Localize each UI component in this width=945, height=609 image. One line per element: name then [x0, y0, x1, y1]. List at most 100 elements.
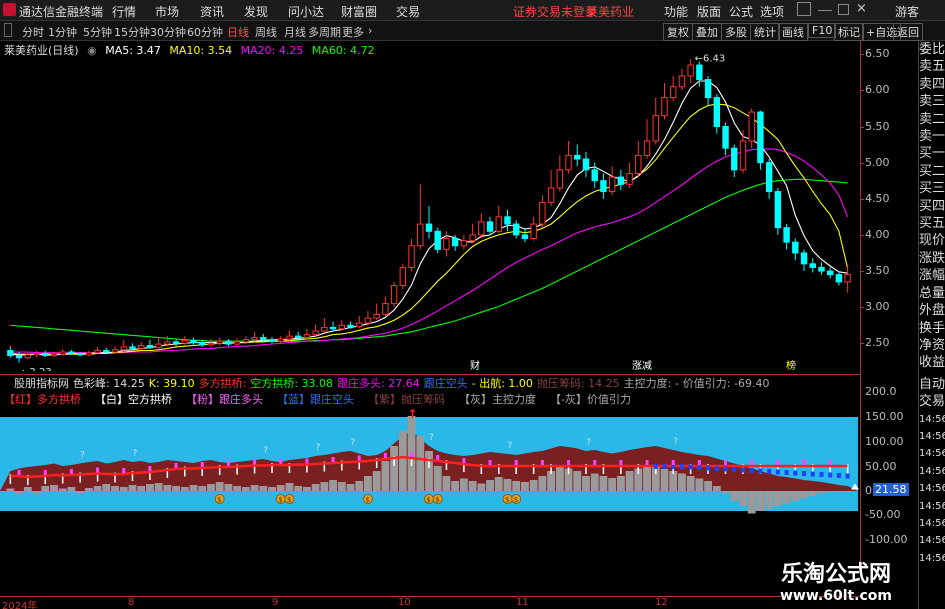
candle[interactable] — [207, 338, 215, 347]
toolbar-button-3[interactable]: 统计 — [750, 23, 780, 41]
event-marker[interactable]: 涨减 — [632, 360, 652, 371]
toolbar-button-1[interactable]: 叠加 — [692, 23, 722, 41]
menu-item-wealth[interactable]: 财富圈 — [341, 3, 377, 20]
timeframe-8[interactable]: 月线 — [284, 24, 306, 40]
candle[interactable] — [33, 350, 40, 358]
candle[interactable] — [818, 262, 825, 275]
candle[interactable] — [382, 296, 389, 316]
candle[interactable] — [547, 169, 555, 206]
side-panel-item[interactable]: 换手 — [919, 320, 945, 337]
candle[interactable] — [739, 130, 747, 174]
candle[interactable] — [713, 93, 721, 134]
side-panel-item[interactable]: 委比 — [919, 41, 945, 58]
timeframe-10[interactable]: 更多 — [342, 24, 364, 40]
candle[interactable] — [478, 213, 485, 239]
candle[interactable] — [364, 310, 372, 326]
candle[interactable] — [687, 59, 694, 84]
side-panel-item[interactable]: 净资 — [919, 337, 945, 354]
login-notice[interactable]: 证券交易未登录 — [513, 3, 597, 20]
candle[interactable] — [530, 216, 537, 241]
side-panel-item[interactable]: 总量 — [919, 285, 945, 302]
toolbar-button-6[interactable]: 标记 — [834, 23, 864, 41]
candle[interactable] — [513, 220, 520, 239]
candle[interactable] — [312, 324, 319, 337]
menu-item-markets[interactable]: 市场 — [155, 3, 179, 20]
candle[interactable] — [181, 336, 188, 345]
side-panel-item[interactable]: 14:56 — [919, 480, 945, 497]
candle[interactable] — [731, 144, 738, 178]
candle[interactable] — [565, 140, 572, 174]
circle-icon[interactable]: ◉ — [87, 44, 97, 57]
candle[interactable] — [635, 140, 642, 178]
candle[interactable] — [172, 338, 180, 347]
candle[interactable] — [155, 337, 162, 350]
candle[interactable] — [434, 227, 441, 253]
candle[interactable] — [521, 227, 529, 243]
candle[interactable] — [338, 320, 345, 331]
maximize-icon[interactable] — [838, 4, 849, 15]
candle[interactable] — [626, 162, 633, 188]
side-panel-item[interactable]: 14:56 — [919, 532, 945, 549]
candle[interactable] — [495, 206, 502, 234]
side-panel-item[interactable]: 买三 — [919, 180, 945, 197]
side-panel-item[interactable]: 自动 — [919, 376, 945, 393]
candle[interactable] — [303, 328, 311, 339]
candle[interactable] — [111, 346, 119, 354]
side-panel-item[interactable]: 14:56 — [919, 550, 945, 567]
candle[interactable] — [120, 339, 127, 352]
candle[interactable] — [608, 166, 616, 196]
candle[interactable] — [539, 195, 546, 228]
toolbar-button-0[interactable]: 复权 — [663, 23, 693, 41]
candle[interactable] — [425, 206, 433, 239]
candle[interactable] — [59, 349, 66, 356]
candle[interactable] — [268, 336, 276, 344]
candle[interactable] — [643, 119, 651, 160]
candle[interactable] — [251, 331, 258, 342]
menu-item-discover[interactable]: 发现 — [244, 3, 268, 20]
candle[interactable] — [600, 173, 607, 199]
candle[interactable] — [591, 162, 598, 188]
candle[interactable] — [826, 267, 834, 279]
candle[interactable] — [225, 338, 232, 347]
side-panel-item[interactable]: 买二 — [919, 163, 945, 180]
candle[interactable] — [146, 339, 154, 350]
candle[interactable] — [774, 187, 782, 235]
candle[interactable] — [722, 122, 729, 156]
candle[interactable] — [408, 238, 415, 272]
timeframe-4[interactable]: 30分钟 — [150, 24, 186, 40]
toolbar-button-5[interactable]: F10 — [808, 23, 837, 38]
side-panel-item[interactable]: 现价 — [919, 232, 945, 249]
window-mode-icon[interactable] — [797, 2, 811, 16]
candle[interactable] — [574, 144, 581, 167]
menu-item-market[interactable]: 行情 — [112, 3, 136, 20]
candle[interactable] — [670, 75, 677, 102]
side-panel-item[interactable]: 买一 — [919, 145, 945, 162]
candle[interactable] — [469, 224, 476, 244]
side-panel-item[interactable]: 卖四 — [919, 76, 945, 93]
side-panel-item[interactable]: 卖二 — [919, 111, 945, 128]
candle[interactable] — [809, 258, 816, 273]
menu-item-options[interactable]: 选项 — [760, 3, 784, 20]
candle[interactable] — [42, 350, 49, 358]
candle[interactable] — [190, 337, 197, 345]
toolbar-button-4[interactable]: 画线 — [778, 23, 808, 41]
menu-item-layout[interactable]: 版面 — [697, 3, 721, 20]
user-guest[interactable]: 游客 — [895, 3, 919, 20]
menu-item-news[interactable]: 资讯 — [200, 3, 224, 20]
candle[interactable] — [216, 337, 223, 346]
candle[interactable] — [277, 336, 284, 344]
candle[interactable] — [137, 341, 145, 350]
toolbar-button-2[interactable]: 多股 — [721, 23, 751, 41]
candle[interactable] — [678, 68, 686, 91]
candle[interactable] — [94, 346, 101, 355]
side-panel-item[interactable]: 买五 — [919, 215, 945, 232]
timeframe-9[interactable]: 多周期 — [308, 24, 341, 40]
candle[interactable] — [417, 184, 424, 250]
side-panel-item[interactable]: 14:56 — [919, 515, 945, 532]
timeframe-1[interactable]: 1分钟 — [48, 24, 77, 40]
candle[interactable] — [661, 83, 668, 120]
candle[interactable] — [835, 271, 843, 286]
menu-item-ask[interactable]: 问小达 — [288, 3, 324, 20]
candle[interactable] — [844, 265, 851, 293]
side-panel-item[interactable]: 14:56 — [919, 463, 945, 480]
